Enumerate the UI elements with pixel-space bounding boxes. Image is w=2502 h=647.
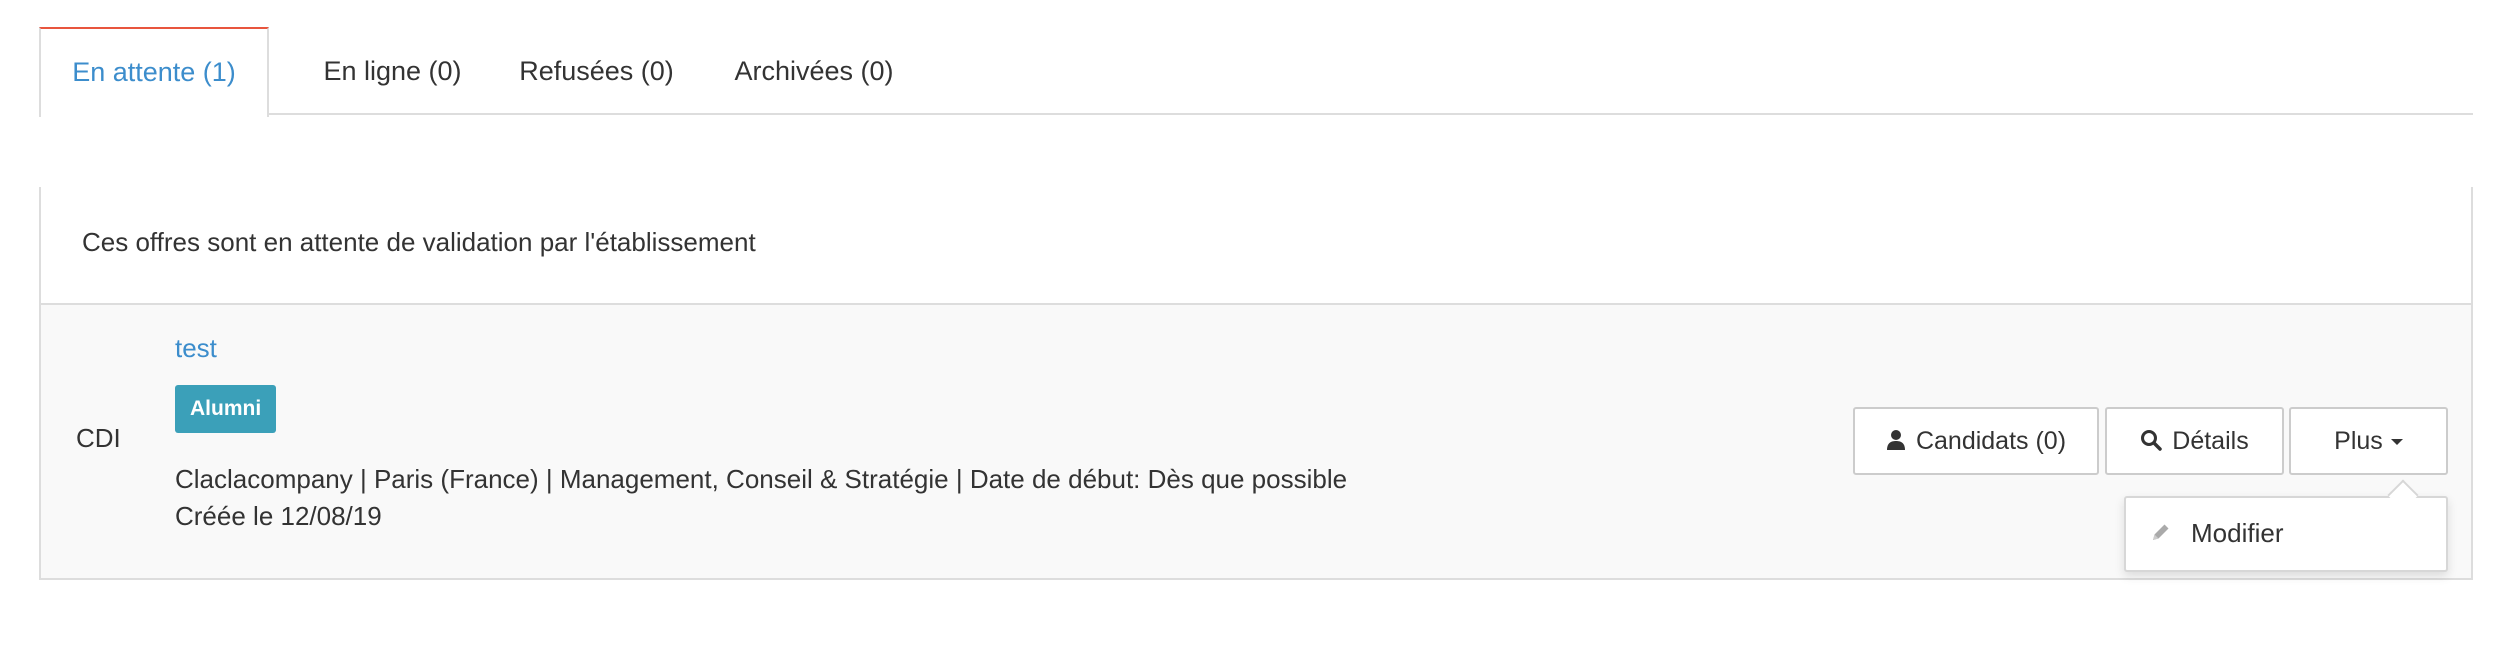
panel-heading: Ces offres sont en attente de validation… xyxy=(41,187,2471,305)
more-button[interactable]: Plus xyxy=(2289,407,2448,475)
offer-created-date: Créée le 12/08/19 xyxy=(175,501,382,531)
details-button[interactable]: Détails xyxy=(2105,407,2284,475)
panel-heading-text: Ces offres sont en attente de validation… xyxy=(82,227,756,257)
contract-type: CDI xyxy=(76,423,121,453)
offer-details: Claclacompany | Paris (France) | Managem… xyxy=(175,464,1348,494)
offer-meta: Claclacompany | Paris (France) | Managem… xyxy=(175,461,1347,535)
offer-title-link[interactable]: test xyxy=(175,333,217,364)
details-label: Détails xyxy=(2172,427,2249,455)
candidates-button[interactable]: Candidats (0) xyxy=(1853,407,2099,475)
dropdown-item-label: Modifier xyxy=(2191,518,2284,548)
tab-online[interactable]: En ligne (0) xyxy=(290,27,495,115)
dropdown-item-modify[interactable]: Modifier xyxy=(2126,498,2446,570)
user-icon xyxy=(1886,430,1905,451)
offer-row: CDI test Alumni Claclacompany | Paris (F… xyxy=(41,305,2471,578)
alumni-badge: Alumni xyxy=(175,385,277,433)
pencil-icon xyxy=(2153,524,2169,540)
tab-bar: En attente (1) En ligne (0) Refusées (0)… xyxy=(39,27,2473,117)
more-label: Plus xyxy=(2334,427,2383,455)
search-icon xyxy=(2141,430,2163,452)
candidates-label: Candidats (0) xyxy=(1915,427,2067,455)
chevron-down-icon xyxy=(2390,439,2403,446)
tab-refused[interactable]: Refusées (0) xyxy=(494,27,699,115)
tab-archived[interactable]: Archivées (0) xyxy=(701,27,927,115)
offers-panel: Ces offres sont en attente de validation… xyxy=(39,187,2473,580)
tab-pending[interactable]: En attente (1) xyxy=(39,27,269,117)
